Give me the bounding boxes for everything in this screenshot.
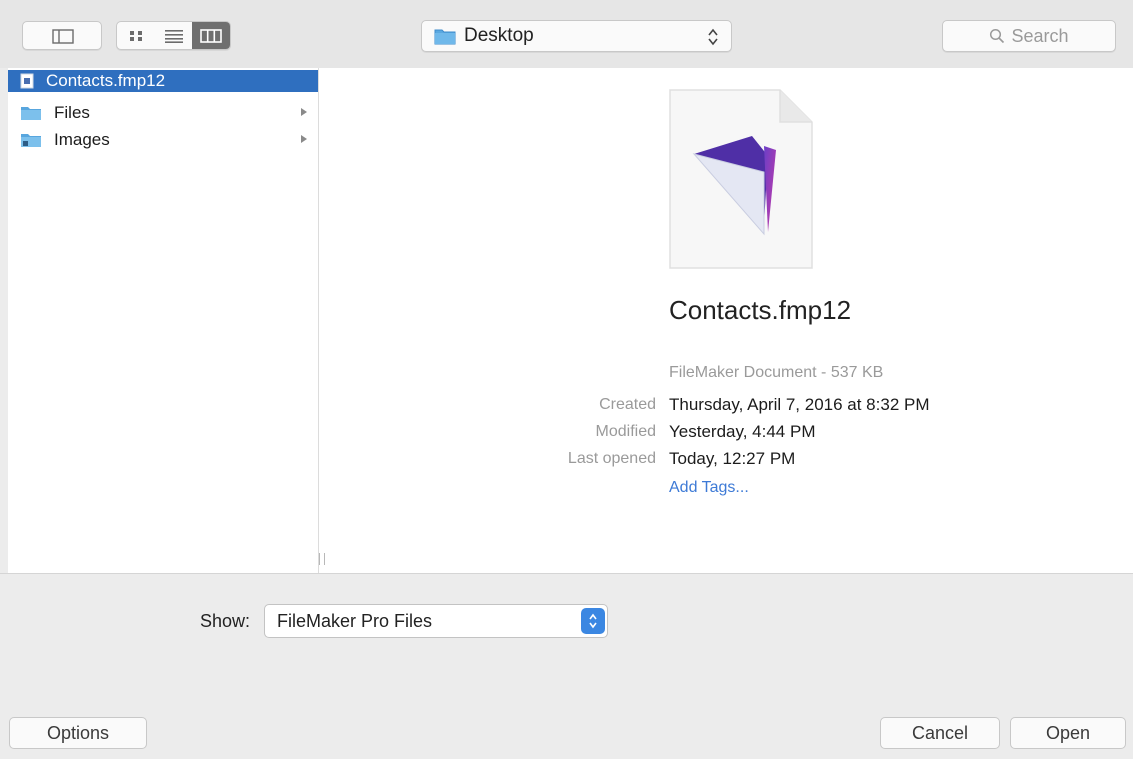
disclosure-arrow-icon xyxy=(301,135,307,143)
column-resize-handle[interactable] xyxy=(319,553,325,565)
sidebar-icon xyxy=(52,29,74,44)
updown-arrows-icon xyxy=(589,613,597,629)
icon-view-button[interactable] xyxy=(117,22,155,49)
popup-stepper[interactable] xyxy=(581,608,605,634)
folder-name: Images xyxy=(54,130,110,149)
folder-icon xyxy=(21,134,41,147)
open-file-dialog: Desktop Search Contacts.fmp12 Files Imag… xyxy=(0,0,1133,759)
file-kind-size: FileMaker Document - 537 KB xyxy=(669,364,884,381)
list-view-icon xyxy=(164,29,183,43)
modified-value: Yesterday, 4:44 PM xyxy=(669,422,816,441)
show-label: Show: xyxy=(199,611,250,631)
search-field[interactable]: Search xyxy=(942,20,1116,52)
options-button[interactable]: Options xyxy=(9,717,147,749)
modified-label: Modified xyxy=(595,423,656,440)
disclosure-arrow-icon xyxy=(301,108,307,116)
filemaker-document-icon xyxy=(669,89,813,269)
location-label: Desktop xyxy=(464,25,534,46)
folder-row-files[interactable]: Files xyxy=(8,102,318,124)
file-column: Contacts.fmp12 Files Images xyxy=(8,68,319,574)
toolbar: Desktop Search xyxy=(0,0,1133,68)
file-type-selected: FileMaker Pro Files xyxy=(277,610,433,631)
view-mode-segmented-control xyxy=(116,21,231,50)
search-placeholder: Search xyxy=(1011,25,1069,46)
cancel-button[interactable]: Cancel xyxy=(880,717,1000,749)
divider xyxy=(0,573,1133,574)
folder-icon xyxy=(434,29,456,45)
last-opened-value: Today, 12:27 PM xyxy=(669,449,796,468)
folder-icon xyxy=(21,107,41,120)
created-label: Created xyxy=(599,396,656,413)
add-tags-link[interactable]: Add Tags... xyxy=(669,479,749,497)
sidebar-toggle-button[interactable] xyxy=(22,21,102,50)
list-view-button[interactable] xyxy=(155,22,193,49)
icon-view-icon xyxy=(129,30,142,41)
created-value: Thursday, April 7, 2016 at 8:32 PM xyxy=(669,395,930,414)
last-opened-label: Last opened xyxy=(567,450,656,467)
preview-file-name: Contacts.fmp12 xyxy=(668,295,852,325)
location-popup[interactable]: Desktop xyxy=(421,20,732,52)
updown-arrows-icon xyxy=(708,28,718,46)
file-type-popup[interactable]: FileMaker Pro Files xyxy=(264,604,608,638)
column-view-icon xyxy=(200,28,222,43)
file-row-contacts[interactable]: Contacts.fmp12 xyxy=(8,70,318,92)
open-button[interactable]: Open xyxy=(1010,717,1126,749)
document-icon xyxy=(20,73,34,89)
column-view-button[interactable] xyxy=(192,22,230,49)
folder-row-images[interactable]: Images xyxy=(8,129,318,151)
folder-name: Files xyxy=(54,103,90,122)
file-name: Contacts.fmp12 xyxy=(46,71,166,90)
search-icon xyxy=(990,28,1005,44)
